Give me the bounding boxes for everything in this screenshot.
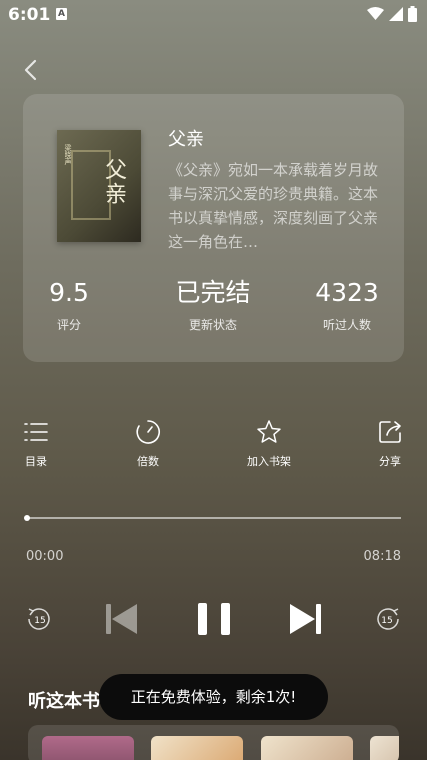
forward-seconds: 15 — [381, 616, 392, 626]
stat-rating-value: 9.5 — [49, 278, 89, 307]
speed-button[interactable]: 倍数 — [118, 419, 178, 469]
book-cover[interactable]: 梁晓声 父亲 — [57, 130, 141, 242]
toast-message: 正在免费体验，剩余1次! — [99, 674, 328, 720]
list-icon — [24, 423, 48, 441]
share-label: 分享 — [379, 455, 401, 468]
book-info-card: 梁晓声 父亲 父亲 《父亲》宛如一本承载着岁月故事与深沉父爱的珍贵典籍。这本书以… — [23, 94, 404, 362]
book-title: 父亲 — [168, 129, 204, 150]
back-chevron-icon[interactable] — [20, 58, 42, 82]
recommendation-card[interactable] — [261, 736, 353, 760]
status-bar: 6:01 A — [0, 0, 427, 30]
stat-listeners: 4323 听过人数 — [305, 278, 389, 333]
progress-track[interactable] — [26, 517, 401, 519]
stat-status-value: 已完结 — [175, 278, 251, 307]
stat-rating-label: 评分 — [56, 318, 81, 332]
current-time: 00:00 — [26, 549, 64, 564]
book-description[interactable]: 《父亲》宛如一本承载着岁月故事与深沉父爱的珍贵典籍。这本书以真挚情感，深度刻画了… — [168, 158, 378, 254]
add-to-shelf-button[interactable]: 加入书架 — [239, 419, 299, 469]
recommendation-card[interactable] — [370, 736, 399, 760]
stat-rating: 9.5 评分 — [37, 278, 101, 333]
stat-status: 已完结 更新状态 — [153, 278, 273, 333]
catalog-button[interactable]: 目录 — [6, 419, 66, 469]
share-button[interactable]: 分享 — [360, 419, 420, 469]
cover-author: 梁晓声 — [64, 144, 72, 165]
speed-label: 倍数 — [137, 455, 159, 468]
catalog-label: 目录 — [25, 455, 47, 468]
stat-listeners-label: 听过人数 — [322, 318, 371, 332]
forward-15-icon[interactable]: 15 — [374, 605, 402, 633]
star-icon — [257, 420, 281, 443]
previous-track-icon[interactable] — [104, 602, 138, 636]
recommendation-card[interactable] — [151, 736, 243, 760]
stat-listeners-value: 4323 — [315, 278, 379, 307]
pause-icon[interactable] — [197, 603, 231, 635]
total-time: 08:18 — [363, 549, 401, 564]
battery-icon — [408, 6, 417, 22]
notification-icon: A — [56, 8, 67, 20]
status-time: 6:01 — [8, 5, 51, 25]
cover-title: 父亲 — [101, 158, 126, 206]
wifi-icon — [367, 7, 384, 20]
section-title: 听这本书 — [28, 691, 100, 712]
rewind-seconds: 15 — [34, 616, 45, 626]
share-icon — [379, 421, 401, 443]
progress-knob[interactable] — [24, 515, 30, 521]
stat-status-label: 更新状态 — [188, 318, 237, 332]
status-icons — [367, 6, 417, 22]
rewind-15-icon[interactable]: 15 — [25, 605, 53, 633]
speed-icon — [136, 420, 160, 444]
recommendation-strip — [28, 725, 399, 760]
recommendation-card[interactable] — [42, 736, 134, 760]
signal-icon — [389, 7, 403, 21]
next-track-icon[interactable] — [289, 602, 323, 636]
add-to-shelf-label: 加入书架 — [247, 455, 291, 468]
